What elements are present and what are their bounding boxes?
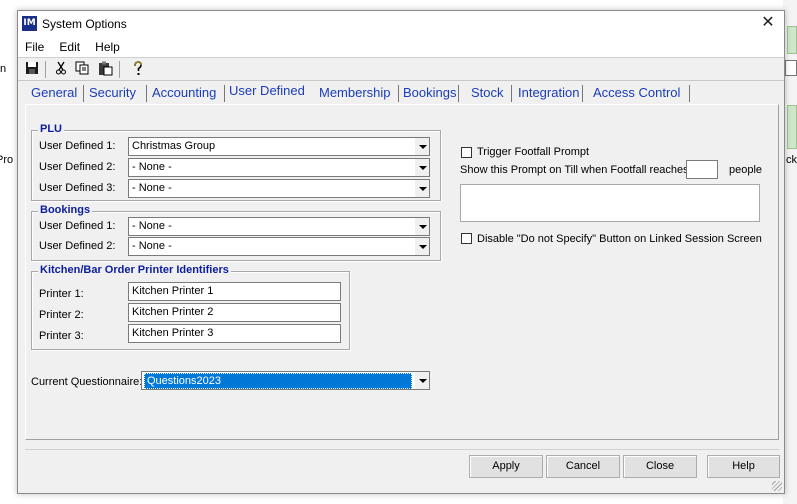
plu-group-title: PLU bbox=[38, 123, 64, 135]
footfall-prompt-text[interactable] bbox=[460, 184, 760, 222]
resize-grip[interactable] bbox=[772, 481, 782, 491]
printer-1-label: Printer 1: bbox=[39, 288, 84, 300]
plu-user-defined-1-value: Christmas Group bbox=[132, 140, 216, 152]
footfall-count-input[interactable] bbox=[686, 160, 718, 179]
bookings-group-title: Bookings bbox=[38, 204, 93, 216]
background-app-left bbox=[0, 0, 17, 504]
show-prompt-label: Show this Prompt on Till when Footfall r… bbox=[460, 164, 689, 176]
tab-separator bbox=[689, 85, 690, 102]
chevron-down-icon[interactable] bbox=[414, 372, 429, 389]
trigger-footfall-checkbox[interactable] bbox=[461, 147, 472, 158]
trigger-footfall-label: Trigger Footfall Prompt bbox=[477, 146, 590, 158]
copy-icon[interactable] bbox=[74, 61, 91, 78]
bookings-group: Bookings User Defined 1: - None - User D… bbox=[31, 204, 441, 261]
questionnaire-select[interactable]: Questions2023 bbox=[141, 371, 430, 390]
cut-icon[interactable] bbox=[52, 61, 69, 78]
toolbar-separator bbox=[45, 61, 46, 78]
tab-stock[interactable]: Stock bbox=[466, 83, 514, 103]
tab-separator bbox=[458, 85, 459, 102]
help-icon[interactable] bbox=[129, 61, 146, 78]
bookings-user-defined-2-label: User Defined 2: bbox=[39, 240, 116, 252]
plu-user-defined-2-value: - None - bbox=[132, 161, 172, 173]
bookings-user-defined-1-select[interactable]: - None - bbox=[128, 217, 430, 236]
plu-user-defined-1-label: User Defined 1: bbox=[39, 140, 116, 152]
title-bar[interactable]: IM System Options ✕ bbox=[18, 11, 784, 37]
kitchen-printer-group: Kitchen/Bar Order Printer Identifiers Pr… bbox=[31, 264, 350, 350]
chevron-down-icon[interactable] bbox=[414, 138, 429, 155]
plu-user-defined-3-label: User Defined 3: bbox=[39, 182, 116, 194]
close-icon[interactable]: ✕ bbox=[758, 13, 778, 33]
questionnaire-label: Current Questionnaire: bbox=[31, 376, 143, 388]
toolbar bbox=[18, 57, 784, 81]
menu-help[interactable]: Help bbox=[95, 37, 126, 54]
tab-security[interactable]: Security bbox=[84, 83, 147, 103]
people-label: people bbox=[729, 164, 763, 176]
chevron-down-icon[interactable] bbox=[414, 159, 429, 176]
tab-separator bbox=[511, 85, 512, 102]
tab-membership[interactable]: Membership bbox=[314, 83, 399, 103]
menu-file[interactable]: File bbox=[25, 37, 50, 54]
bookings-user-defined-2-select[interactable]: - None - bbox=[128, 237, 430, 256]
tab-user-defined[interactable]: User Defined bbox=[225, 80, 315, 104]
bookings-user-defined-1-value: - None - bbox=[132, 220, 172, 232]
tab-integration[interactable]: Integration bbox=[513, 83, 582, 103]
background-text-left: Pro bbox=[0, 154, 14, 166]
menu-edit[interactable]: Edit bbox=[59, 37, 86, 54]
plu-user-defined-1-select[interactable]: Christmas Group bbox=[128, 137, 430, 156]
chevron-down-icon[interactable] bbox=[414, 180, 429, 197]
chevron-down-icon[interactable] bbox=[414, 238, 429, 255]
disable-do-not-specify-label: Disable "Do not Specify" Button on Linke… bbox=[477, 233, 762, 245]
help-button[interactable]: Help bbox=[707, 455, 780, 478]
button-area-divider bbox=[25, 449, 779, 450]
tab-bookings[interactable]: Bookings bbox=[398, 83, 458, 103]
plu-user-defined-2-select[interactable]: - None - bbox=[128, 158, 430, 177]
app-icon: IM bbox=[22, 16, 37, 31]
printer-2-label: Printer 2: bbox=[39, 309, 84, 321]
chevron-down-icon[interactable] bbox=[414, 218, 429, 235]
background-box bbox=[785, 60, 797, 76]
menu-bar: File Edit Help bbox=[18, 37, 784, 57]
questionnaire-value: Questions2023 bbox=[144, 373, 412, 389]
plu-user-defined-3-value: - None - bbox=[132, 182, 172, 194]
tab-accounting[interactable]: Accounting bbox=[147, 83, 225, 103]
tab-separator bbox=[582, 85, 583, 102]
close-button[interactable]: Close bbox=[623, 455, 697, 478]
printer-3-input[interactable]: Kitchen Printer 3 bbox=[128, 324, 341, 343]
bookings-user-defined-1-label: User Defined 1: bbox=[39, 220, 116, 232]
plu-user-defined-3-select[interactable]: - None - bbox=[128, 179, 430, 198]
apply-button[interactable]: Apply bbox=[469, 455, 543, 478]
printer-2-input[interactable]: Kitchen Printer 2 bbox=[128, 303, 341, 322]
system-options-window: IM System Options ✕ File Edit Help Gener… bbox=[17, 10, 785, 494]
plu-user-defined-2-label: User Defined 2: bbox=[39, 161, 116, 173]
tab-access-control[interactable]: Access Control bbox=[588, 83, 690, 103]
user-defined-panel: PLU User Defined 1: Christmas Group User… bbox=[25, 104, 779, 440]
bookings-user-defined-2-value: - None - bbox=[132, 240, 172, 252]
background-text-right: ck bbox=[786, 154, 797, 166]
background-green-block bbox=[787, 26, 797, 54]
background-green-block-2 bbox=[787, 105, 797, 149]
printer-1-input[interactable]: Kitchen Printer 1 bbox=[128, 282, 341, 301]
window-title: System Options bbox=[42, 17, 127, 31]
disable-do-not-specify-checkbox[interactable] bbox=[461, 233, 472, 244]
plu-group: PLU User Defined 1: Christmas Group User… bbox=[31, 123, 441, 201]
save-icon[interactable] bbox=[23, 61, 40, 78]
cancel-button[interactable]: Cancel bbox=[546, 455, 620, 478]
background-text-left-top: n bbox=[0, 63, 7, 75]
toolbar-separator-2 bbox=[119, 61, 120, 78]
tab-general[interactable]: General bbox=[26, 83, 84, 103]
kitchen-printer-group-title: Kitchen/Bar Order Printer Identifiers bbox=[38, 264, 231, 276]
printer-3-label: Printer 3: bbox=[39, 330, 84, 342]
paste-icon[interactable] bbox=[97, 61, 114, 78]
